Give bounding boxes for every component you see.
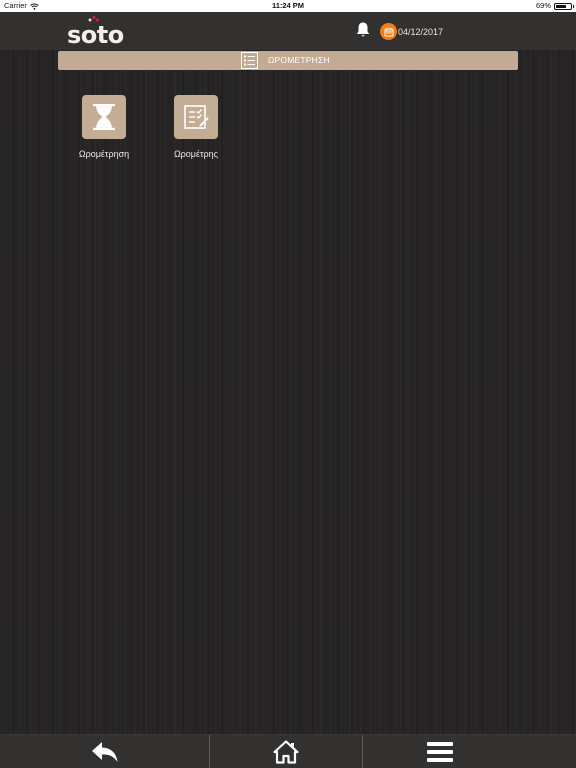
soto-logo[interactable]: soto	[67, 15, 137, 49]
battery-group: 69%	[535, 0, 574, 12]
list-icon	[241, 52, 258, 69]
hourglass-icon	[93, 104, 115, 130]
tile-icon-box	[174, 95, 218, 139]
calendar-icon	[384, 27, 393, 36]
home-icon	[273, 739, 299, 764]
menu-button[interactable]	[363, 735, 516, 768]
tile-time-tracker[interactable]: Ωρομέτρης	[151, 95, 241, 170]
bell-icon[interactable]	[355, 21, 371, 39]
tile-label: Ωρομέτρης	[173, 149, 219, 159]
tile-label: Ωρομέτρηση	[78, 149, 130, 159]
battery-level	[556, 4, 566, 8]
battery-percent: 69%	[535, 1, 551, 10]
status-time: 11:24 PM	[271, 1, 305, 10]
section-banner: ΩΡΟΜΕΤΡΗΣΗ	[58, 51, 518, 70]
home-button[interactable]	[210, 735, 362, 768]
back-arrow-icon	[91, 741, 117, 762]
bottom-toolbar	[0, 734, 576, 768]
app-header: soto 04/12/2017	[0, 12, 576, 50]
tile-icon-box	[82, 95, 126, 139]
battery-icon	[554, 2, 574, 10]
header-date: 04/12/2017	[398, 27, 444, 37]
menu-icon	[426, 741, 453, 762]
logo-text: soto	[67, 21, 124, 49]
section-title: ΩΡΟΜΕΤΡΗΣΗ	[268, 55, 330, 65]
tile-time-tracking[interactable]: Ωρομέτρηση	[59, 95, 149, 170]
checklist-icon	[184, 105, 209, 129]
back-button[interactable]	[0, 735, 209, 768]
calendar-button[interactable]	[380, 23, 397, 40]
status-bar: Carrier 11:24 PM 69%	[0, 0, 576, 12]
